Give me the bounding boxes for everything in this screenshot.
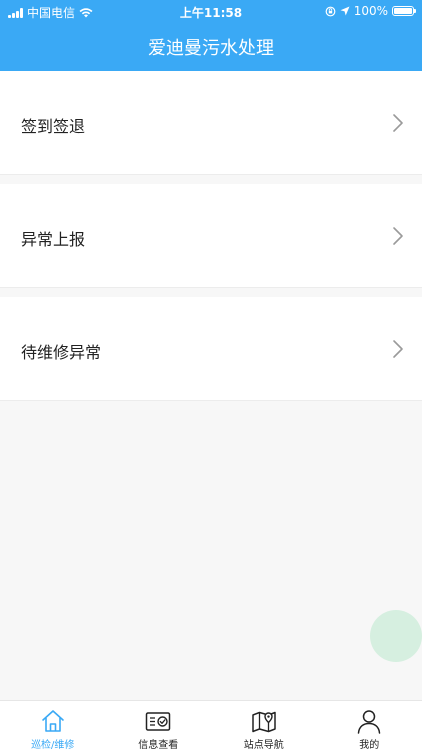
- tab-label: 巡检/维修: [31, 740, 75, 750]
- orientation-lock-icon: [325, 6, 336, 16]
- page-title: 爱迪曼污水处理: [148, 38, 274, 59]
- chevron-right-icon: [393, 114, 403, 132]
- header-bar: 中国电信 上午11:58 100% 爱迪曼污水处理: [0, 0, 422, 71]
- home-icon: [41, 710, 64, 732]
- info-card-icon: [146, 712, 171, 731]
- chevron-right-icon: [393, 340, 403, 358]
- menu-item-label: 异常上报: [21, 230, 86, 249]
- status-bar: 中国电信 上午11:58 100%: [0, 0, 422, 22]
- battery-fill: [394, 8, 412, 14]
- location-icon: [340, 6, 350, 16]
- status-right: 100%: [325, 4, 416, 18]
- tab-navigation[interactable]: 站点导航: [211, 701, 317, 750]
- app-screen: 中国电信 上午11:58 100% 爱迪曼污水处理 签到签退 异常上报 待维修异…: [0, 0, 422, 750]
- tab-inspection[interactable]: 巡检/维修: [0, 701, 106, 750]
- tab-label: 信息查看: [138, 740, 179, 750]
- chevron-right-icon: [393, 227, 403, 245]
- tab-info[interactable]: 信息查看: [106, 701, 212, 750]
- menu-list: 签到签退 异常上报 待维修异常: [0, 71, 422, 410]
- battery-icon: [392, 6, 416, 16]
- user-icon: [358, 710, 381, 734]
- menu-item-label: 待维修异常: [21, 343, 102, 362]
- floating-action-button[interactable]: [370, 610, 422, 662]
- tab-bar: 巡检/维修 信息查看 站点导航 我的: [0, 700, 422, 750]
- map-icon: [252, 711, 276, 733]
- menu-item-report-exception[interactable]: 异常上报: [0, 184, 422, 288]
- tab-label: 站点导航: [243, 740, 284, 750]
- battery-percent: 100%: [353, 4, 388, 18]
- tab-label: 我的: [359, 740, 380, 750]
- menu-item-pending-repair[interactable]: 待维修异常: [0, 297, 422, 401]
- menu-item-checkin[interactable]: 签到签退: [0, 71, 422, 175]
- tab-mine[interactable]: 我的: [317, 701, 422, 750]
- menu-item-label: 签到签退: [21, 117, 86, 136]
